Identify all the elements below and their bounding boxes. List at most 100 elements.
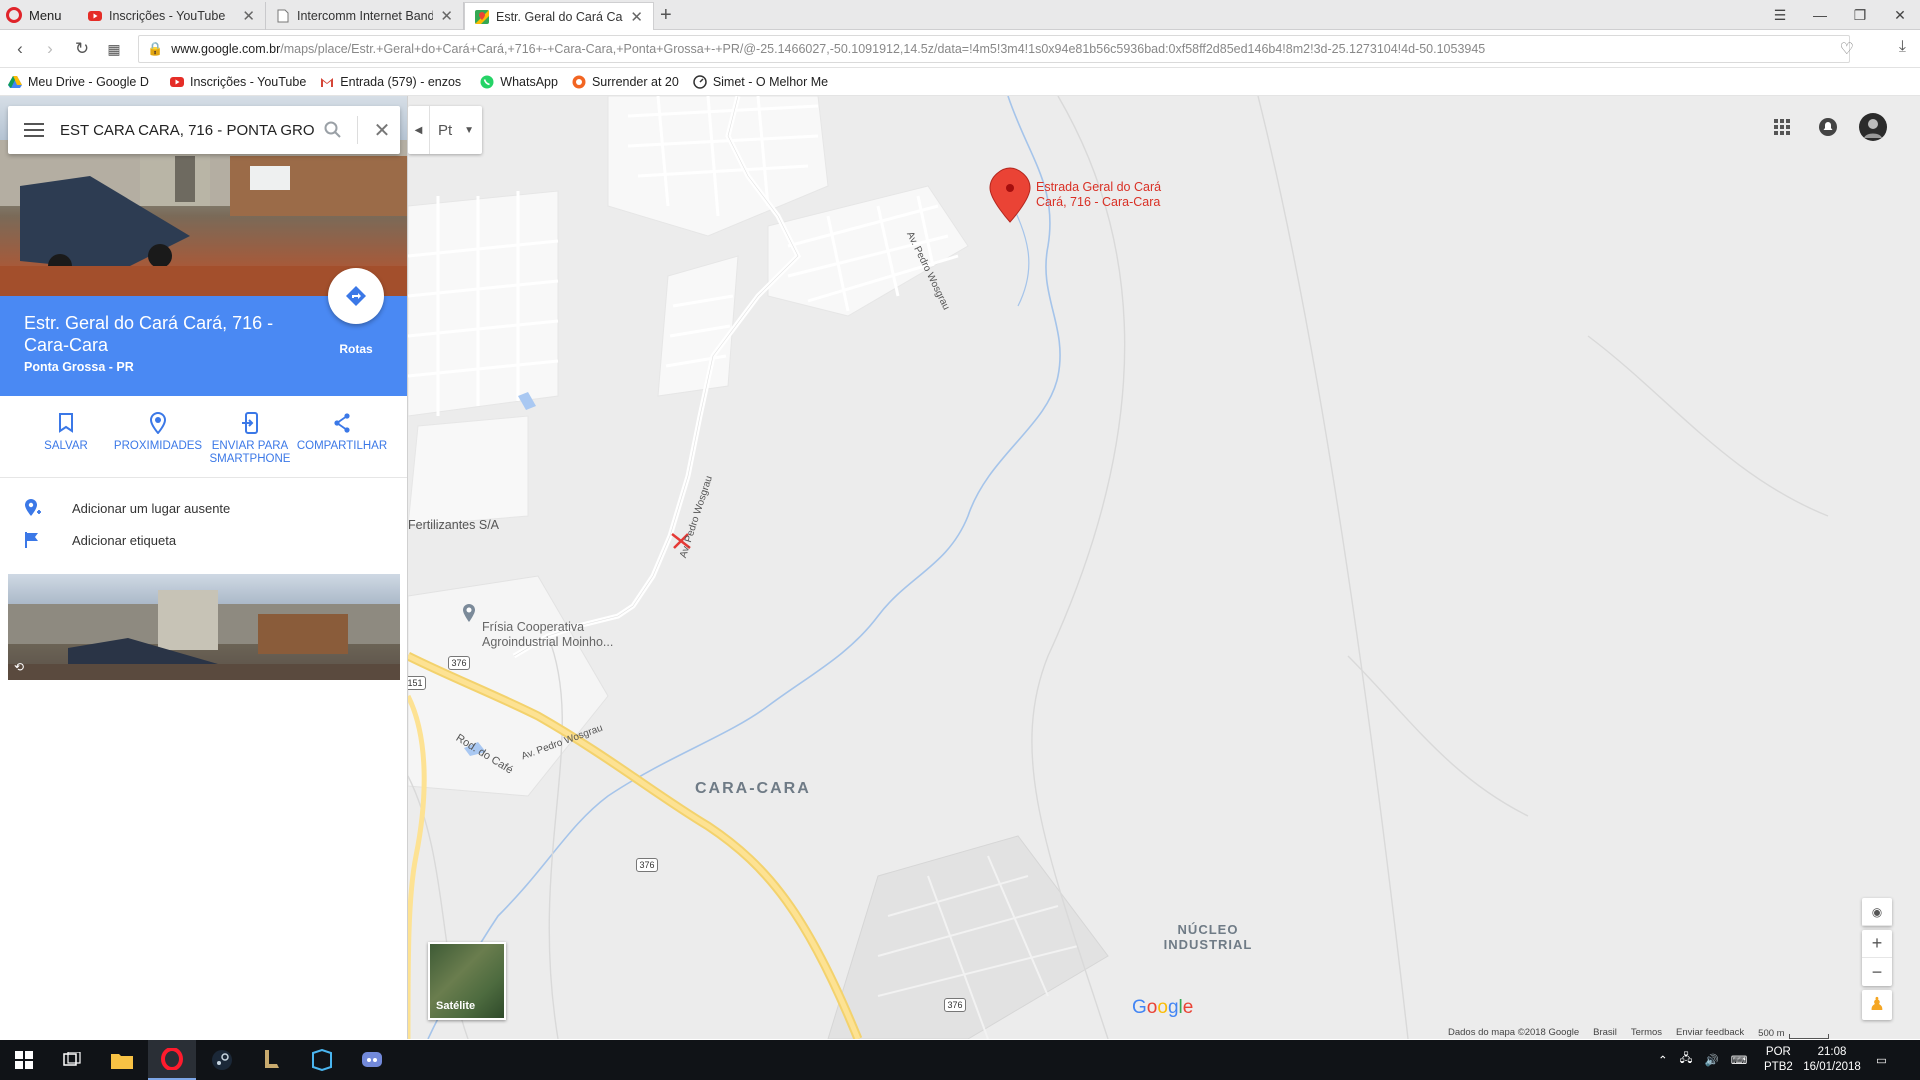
clear-search-icon[interactable]: ✕: [364, 118, 400, 143]
google-logo: Google: [1132, 997, 1194, 1018]
tab-menu-icon[interactable]: ☰: [1758, 0, 1802, 30]
reload-icon[interactable]: ↻: [70, 37, 94, 61]
task-view-button[interactable]: [48, 1040, 96, 1080]
pegman-icon[interactable]: ♟: [1862, 990, 1892, 1018]
tab-intercomm[interactable]: Intercomm Internet Banda ✕: [266, 2, 464, 30]
forward-icon[interactable]: ›: [38, 37, 62, 61]
satellite-toggle[interactable]: Satélite: [428, 942, 506, 1020]
add-place-icon: [25, 499, 41, 516]
clock[interactable]: 21:08 16/01/2018: [1800, 1040, 1864, 1080]
discord-button[interactable]: [348, 1040, 396, 1080]
gmail-icon: [321, 77, 334, 87]
bookmark-item[interactable]: Simet - O Melhor Me: [693, 75, 833, 89]
satellite-label: Satélite: [436, 1000, 476, 1012]
bookmark-item[interactable]: Entrada (579) - enzos: [320, 75, 466, 89]
search-divider: [357, 116, 358, 144]
restore-icon[interactable]: ❐: [1838, 0, 1882, 30]
language-dropdown[interactable]: Pt ▼: [430, 106, 482, 154]
search-input[interactable]: EST CARA CARA, 716 - PONTA GROSSA: [60, 122, 315, 139]
tab-title: Inscrições - YouTube: [109, 9, 226, 23]
bookmark-item[interactable]: WhatsApp: [480, 75, 558, 89]
send-to-phone-button[interactable]: ENVIAR PARA SMARTPHONE: [204, 410, 296, 466]
browser-tab-bar: Menu Inscrições - YouTube ✕ Intercomm In…: [0, 0, 1920, 31]
share-button[interactable]: COMPARTILHAR: [296, 410, 388, 453]
tab-close-icon[interactable]: ✕: [440, 7, 453, 25]
bookmark-item[interactable]: Surrender at 20: [572, 75, 679, 89]
terms-link[interactable]: Termos: [1631, 1027, 1662, 1039]
new-tab-icon[interactable]: +: [660, 4, 672, 27]
opera-menu-button[interactable]: Menu: [6, 4, 62, 26]
tab-title: Intercomm Internet Banda: [297, 9, 434, 23]
bookmark-label: Inscrições - YouTube: [190, 74, 307, 89]
tab-youtube[interactable]: Inscrições - YouTube ✕: [78, 2, 266, 30]
poi-fertilizantes[interactable]: Fertilizantes S/A: [408, 518, 499, 532]
task-view-icon: [63, 1052, 81, 1066]
highway-shield: 151: [408, 676, 426, 690]
action-center-icon[interactable]: ▭: [1876, 1040, 1887, 1080]
steam-button[interactable]: [198, 1040, 246, 1080]
tray-expand-icon[interactable]: ⌃: [1658, 1053, 1668, 1067]
tab-close-icon[interactable]: ✕: [630, 8, 643, 26]
nearby-button[interactable]: PROXIMIDADES: [112, 410, 204, 453]
search-icon[interactable]: [315, 106, 351, 154]
network-icon[interactable]: 🖧: [1680, 1051, 1693, 1070]
region-cara-cara: CARA-CARA: [695, 780, 811, 797]
street-view-thumbnail[interactable]: ⟲: [8, 574, 400, 680]
directions-label[interactable]: Rotas: [328, 342, 384, 356]
league-client-button[interactable]: [248, 1040, 296, 1080]
speed-dial-icon[interactable]: ▦: [102, 37, 126, 61]
menu-icon[interactable]: [8, 123, 60, 137]
highway-shield: 376: [944, 998, 966, 1012]
clock-date: 16/01/2018: [1803, 1061, 1861, 1073]
bookmark-label: WhatsApp: [500, 74, 558, 89]
save-label: SALVAR: [44, 440, 88, 452]
tab-maps[interactable]: Estr. Geral do Cará Cará, 7 ✕: [464, 2, 654, 31]
lang-top: POR: [1765, 1046, 1791, 1058]
language-selector: ◀ Pt ▼: [408, 106, 482, 154]
app-button[interactable]: [298, 1040, 346, 1080]
heart-icon[interactable]: ♡: [1840, 39, 1854, 59]
download-icon[interactable]: ⤓: [1899, 38, 1906, 56]
pin-label[interactable]: Estrada Geral do Cará Cará, 716 - Cara-C…: [1036, 180, 1176, 210]
opera-icon: [161, 1048, 183, 1070]
scale-label: 500 m: [1758, 1028, 1785, 1039]
poi-frisia[interactable]: Frísia Cooperativa Agroindustrial Moinho…: [482, 620, 632, 650]
back-icon[interactable]: ‹: [8, 37, 32, 61]
tab-close-icon[interactable]: ✕: [242, 7, 255, 25]
input-language[interactable]: POR PTB2: [1764, 1040, 1793, 1080]
file-explorer-button[interactable]: [98, 1040, 146, 1080]
zoom-in-button[interactable]: +: [1862, 930, 1892, 958]
bookmark-label: Simet - O Melhor Me: [712, 74, 829, 89]
url-path: /maps/place/Estr.+Geral+do+Cará+Cará,+71…: [280, 42, 1486, 56]
bookmark-item[interactable]: Inscrições - YouTube: [170, 75, 306, 89]
feedback-link[interactable]: Enviar feedback: [1676, 1027, 1744, 1039]
opera-taskbar-button[interactable]: [148, 1040, 196, 1080]
close-window-icon[interactable]: ✕: [1878, 0, 1920, 30]
opera-logo-icon: [6, 7, 22, 23]
country-link[interactable]: Brasil: [1593, 1027, 1617, 1039]
action-bar: SALVAR PROXIMIDADES ENVIAR PARA SMARTPHO…: [0, 396, 407, 478]
collapse-panel-button[interactable]: ◀: [408, 106, 430, 154]
minimize-icon[interactable]: —: [1798, 0, 1842, 30]
address-bar[interactable]: 🔒 www.google.com.br /maps/place/Estr.+Ge…: [138, 35, 1850, 63]
lock-icon: 🔒: [147, 41, 164, 56]
map-footer: Dados do mapa ©2018 Google Brasil Termos…: [1448, 1027, 1829, 1039]
add-label-row[interactable]: Adicionar etiqueta: [0, 524, 407, 556]
zoom-out-button[interactable]: −: [1862, 958, 1892, 986]
bookmark-item[interactable]: Meu Drive - Google D: [8, 75, 156, 89]
save-button[interactable]: SALVAR: [20, 410, 112, 453]
youtube-icon: [88, 11, 102, 21]
start-button[interactable]: [0, 1040, 48, 1080]
nearby-label: PROXIMIDADES: [113, 440, 203, 452]
apps-grid-icon[interactable]: [1772, 117, 1792, 137]
bookmark-label: Meu Drive - Google D: [28, 74, 149, 89]
map-canvas[interactable]: Estrada Geral do Cará Cará, 716 - Cara-C…: [408, 96, 1920, 1039]
volume-icon[interactable]: 🔊: [1704, 1053, 1718, 1067]
directions-button[interactable]: [328, 268, 384, 324]
my-location-icon[interactable]: ◉: [1862, 898, 1892, 926]
notifications-icon[interactable]: [1818, 117, 1838, 137]
avatar[interactable]: [1858, 112, 1888, 142]
keyboard-icon[interactable]: ⌨: [1731, 1053, 1748, 1067]
browser-nav-bar: ‹ › ↻ ▦ 🔒 www.google.com.br /maps/place/…: [0, 30, 1920, 68]
add-missing-place[interactable]: Adicionar um lugar ausente: [0, 492, 407, 524]
